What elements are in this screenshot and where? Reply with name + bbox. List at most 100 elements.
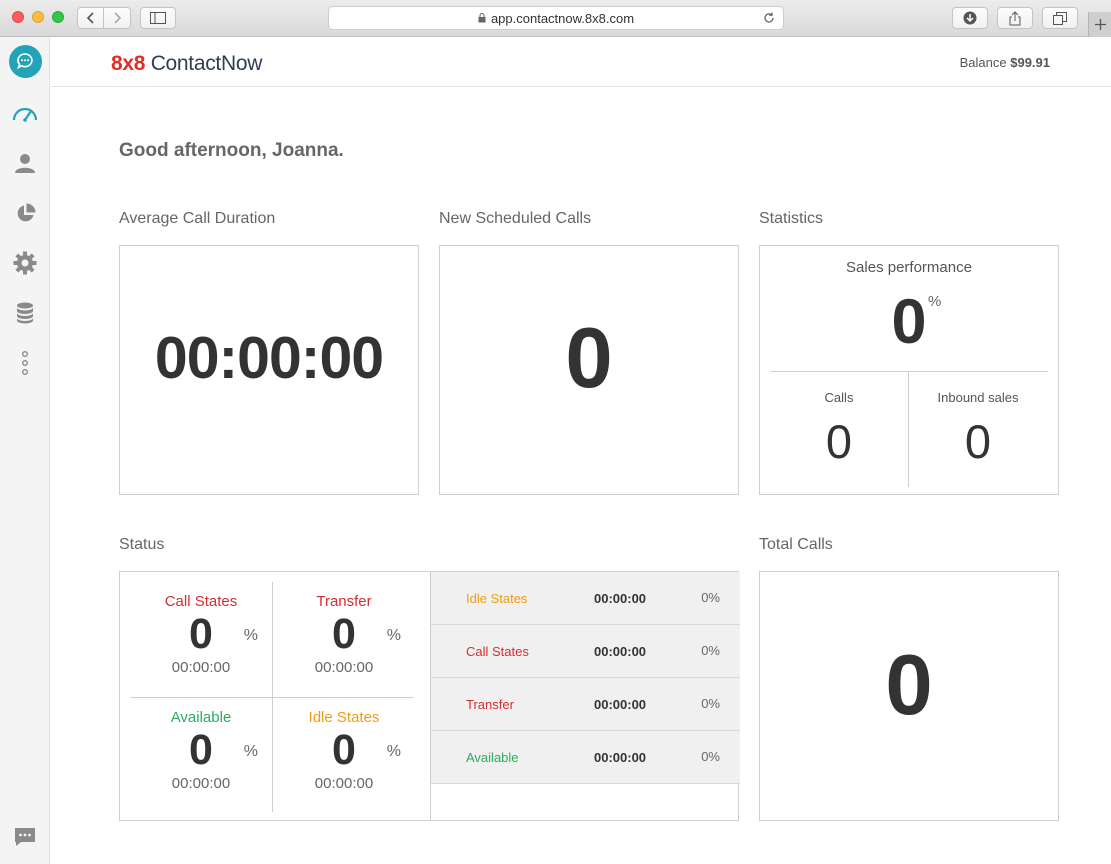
sidebar-item-settings[interactable] (0, 243, 50, 283)
status-breakdown-list: Idle States 00:00:00 0% Call States 00:0… (430, 572, 740, 820)
url-text: app.contactnow.8x8.com (490, 10, 635, 26)
sidebar-item-dashboard[interactable] (0, 93, 50, 133)
inbound-sales-value: 0 (964, 415, 992, 468)
statistics-divider (770, 371, 1048, 372)
app-header: 8x8 ContactNow Balance $99.91 (51, 37, 1111, 87)
logo-brand: 8x8 (111, 52, 146, 75)
quad-time: 00:00:00 (171, 775, 231, 792)
row-label: Idle States (466, 591, 528, 606)
share-button[interactable] (997, 7, 1033, 29)
new-scheduled-calls-title: New Scheduled Calls (439, 210, 592, 227)
status-row-transfer: Transfer 00:00:00 0% (431, 678, 740, 731)
total-calls-title: Total Calls (759, 536, 833, 553)
zoom-window-button[interactable] (52, 11, 64, 23)
status-row-available: Available 00:00:00 0% (431, 731, 740, 784)
status-card: Call States 0 % 00:00:00 Transfer 0 % 00… (119, 571, 740, 821)
row-percent: 0% (701, 696, 720, 711)
status-row-call-states: Call States 00:00:00 0% (431, 625, 740, 678)
row-label: Transfer (466, 697, 514, 712)
user-icon (15, 154, 35, 173)
row-percent: 0% (701, 590, 720, 605)
quad-time: 00:00:00 (314, 775, 374, 792)
balance-amount: $99.91 (1010, 55, 1050, 70)
row-label: Available (466, 750, 519, 765)
quad-percent: 0 (332, 610, 356, 658)
share-icon (1009, 10, 1021, 25)
total-calls-value: 0 (885, 638, 933, 733)
total-calls-card: 0 (759, 571, 1059, 821)
row-percent: 0% (701, 749, 720, 764)
quad-label: Idle States (308, 709, 380, 726)
statistics-card: Sales performance 0 % Calls 0 Inbound sa… (759, 245, 1059, 495)
chevron-left-icon (86, 12, 94, 24)
reload-icon[interactable] (762, 11, 776, 25)
row-time: 00:00:00 (594, 644, 647, 659)
row-percent: 0% (701, 643, 720, 658)
downloads-button[interactable] (952, 7, 988, 29)
balance-label: Balance (959, 55, 1007, 70)
app-sidebar (0, 37, 50, 864)
status-available: Available 0 % 00:00:00 (130, 709, 272, 792)
pie-chart-icon (17, 203, 35, 221)
quad-percent-sign: % (386, 743, 401, 760)
dashboard-gauge-icon (12, 107, 38, 122)
plus-icon (1094, 19, 1106, 30)
address-bar[interactable]: app.contactnow.8x8.com (328, 6, 784, 30)
row-time: 00:00:00 (594, 697, 647, 712)
status-transfer: Transfer 0 % 00:00:00 (273, 593, 415, 676)
show-tabs-button[interactable] (1042, 7, 1078, 29)
close-window-button[interactable] (12, 11, 24, 23)
status-idle-states: Idle States 0 % 00:00:00 (273, 709, 415, 792)
sidebar-item-messages[interactable] (0, 817, 50, 857)
status-call-states: Call States 0 % 00:00:00 (130, 593, 272, 676)
quad-percent: 0 (189, 610, 213, 658)
sales-performance-label: Sales performance (846, 259, 972, 276)
row-label: Call States (466, 644, 529, 659)
back-button[interactable] (77, 7, 104, 29)
database-icon (17, 302, 33, 324)
sales-performance-value: 0 (891, 287, 927, 357)
sidebar-item-chat[interactable] (0, 41, 50, 81)
sidebar-item-more[interactable] (0, 343, 50, 383)
calls-value: 0 (825, 415, 853, 468)
greeting-heading: Good afternoon, Joanna. (119, 140, 344, 161)
minimize-window-button[interactable] (32, 11, 44, 23)
avg-call-duration-value: 00:00:00 (154, 325, 384, 391)
gear-icon (13, 251, 37, 275)
browser-toolbar: app.contactnow.8x8.com (0, 0, 1111, 37)
sidebar-item-data[interactable] (0, 293, 50, 333)
sidebar-icon (150, 12, 166, 24)
quad-label: Transfer (316, 593, 372, 610)
row-time: 00:00:00 (594, 750, 647, 765)
quad-percent: 0 (189, 726, 213, 774)
new-scheduled-calls-card: 0 (439, 245, 739, 495)
contactnow-logo[interactable]: 8x8 ContactNow (111, 52, 262, 76)
status-row-idle-states: Idle States 00:00:00 0% (431, 572, 740, 625)
new-tab-button[interactable] (1088, 12, 1111, 37)
sidebar-toggle-button[interactable] (140, 7, 176, 29)
status-horizontal-divider (130, 697, 414, 698)
tabs-overview-icon (1053, 11, 1067, 25)
forward-button[interactable] (104, 7, 131, 29)
sidebar-item-contacts[interactable] (0, 143, 50, 183)
navigation-buttons (77, 7, 131, 29)
chat-bubble-icon (8, 44, 42, 78)
quad-percent-sign: % (386, 627, 401, 644)
quad-label: Available (170, 709, 232, 726)
calls-label: Calls (824, 390, 854, 405)
avg-call-duration-title: Average Call Duration (119, 210, 276, 227)
row-time: 00:00:00 (594, 591, 647, 606)
quad-label: Call States (164, 593, 238, 610)
statistics-title: Statistics (759, 210, 824, 227)
chevron-right-icon (114, 12, 122, 24)
sidebar-item-reports[interactable] (0, 193, 50, 233)
status-title: Status (119, 536, 165, 553)
lock-icon (478, 13, 486, 23)
quad-percent: 0 (332, 726, 356, 774)
quad-percent-sign: % (243, 627, 258, 644)
new-scheduled-calls-value: 0 (565, 311, 613, 406)
download-icon (963, 11, 977, 25)
avg-call-duration-card: 00:00:00 (119, 245, 419, 495)
messages-icon (15, 828, 35, 846)
logo-product-name: ContactNow (150, 52, 263, 75)
